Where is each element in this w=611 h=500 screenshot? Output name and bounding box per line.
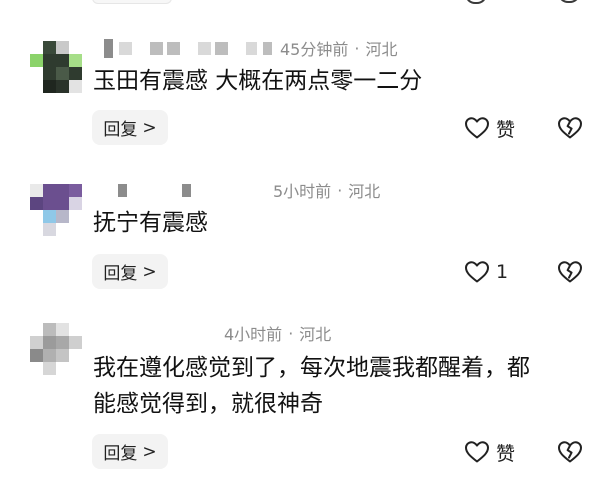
meta-separator: · <box>288 323 294 343</box>
heart-outline-icon <box>464 116 490 140</box>
redacted-username-block <box>104 38 113 58</box>
reply-label: 回复 <box>103 444 138 464</box>
like-label: 赞 <box>496 118 516 141</box>
redacted-username-block <box>246 41 257 55</box>
comment-time: 4小时前 <box>224 325 283 344</box>
redacted-username-block <box>118 183 127 197</box>
comment-feed: 45分钟前 · 河北 玉田有震感 大概在两点零一二分 回复 > 赞 5小时前 ·… <box>0 0 611 500</box>
reply-button[interactable]: 回复 > <box>92 254 168 289</box>
comment-location: 河北 <box>299 325 332 344</box>
reply-button[interactable]: 回复 > <box>92 434 168 469</box>
comment-meta: 5小时前 · 河北 <box>118 180 381 201</box>
like-button[interactable]: 赞 <box>464 437 515 467</box>
chevron-right-icon: > <box>142 261 157 282</box>
broken-heart-icon <box>557 260 583 284</box>
comment-time: 5小时前 <box>273 182 332 201</box>
previous-dislike-icon-fragment[interactable] <box>558 0 580 3</box>
like-label: 赞 <box>496 442 516 465</box>
comment-text: 抚宁有震感 <box>93 210 208 236</box>
redacted-username-block <box>167 41 180 55</box>
comment-text: 玉田有震感 大概在两点零一二分 <box>93 68 423 94</box>
redacted-username-block <box>198 41 211 55</box>
comment-meta: 45分钟前 · 河北 <box>104 38 398 59</box>
meta-separator: · <box>337 180 343 200</box>
comment-meta: 4小时前 · 河北 <box>222 323 332 345</box>
redacted-username-block <box>182 183 191 197</box>
meta-separator: · <box>354 38 360 58</box>
previous-reply-button-fragment[interactable] <box>92 0 172 4</box>
heart-outline-icon <box>464 440 490 464</box>
heart-outline-icon <box>464 260 490 284</box>
redacted-username-block <box>119 41 132 55</box>
redacted-username-block <box>215 41 228 55</box>
reply-button[interactable]: 回复 > <box>92 110 168 145</box>
dislike-button[interactable] <box>555 257 585 287</box>
comment-location: 河北 <box>348 182 381 201</box>
dislike-button[interactable] <box>555 437 585 467</box>
redacted-username-block <box>263 41 272 55</box>
chevron-right-icon: > <box>142 117 157 138</box>
dislike-button[interactable] <box>555 113 585 143</box>
broken-heart-icon <box>557 116 583 140</box>
comment-location: 河北 <box>365 40 398 59</box>
like-button[interactable]: 1 <box>464 257 508 287</box>
avatar[interactable] <box>30 41 82 93</box>
redacted-username-block <box>150 41 163 55</box>
previous-like-icon-fragment[interactable] <box>465 0 487 4</box>
avatar[interactable] <box>30 323 82 375</box>
like-button[interactable]: 赞 <box>464 113 515 143</box>
reply-label: 回复 <box>103 264 138 284</box>
comment-time: 45分钟前 <box>280 40 349 59</box>
broken-heart-icon <box>557 440 583 464</box>
comment-text: 我在遵化感觉到了，每次地震我都醒着，都 能感觉得到，就很神奇 <box>93 355 530 417</box>
like-count: 1 <box>496 261 509 283</box>
chevron-right-icon: > <box>142 441 157 462</box>
avatar[interactable] <box>30 184 82 236</box>
reply-label: 回复 <box>103 120 138 140</box>
